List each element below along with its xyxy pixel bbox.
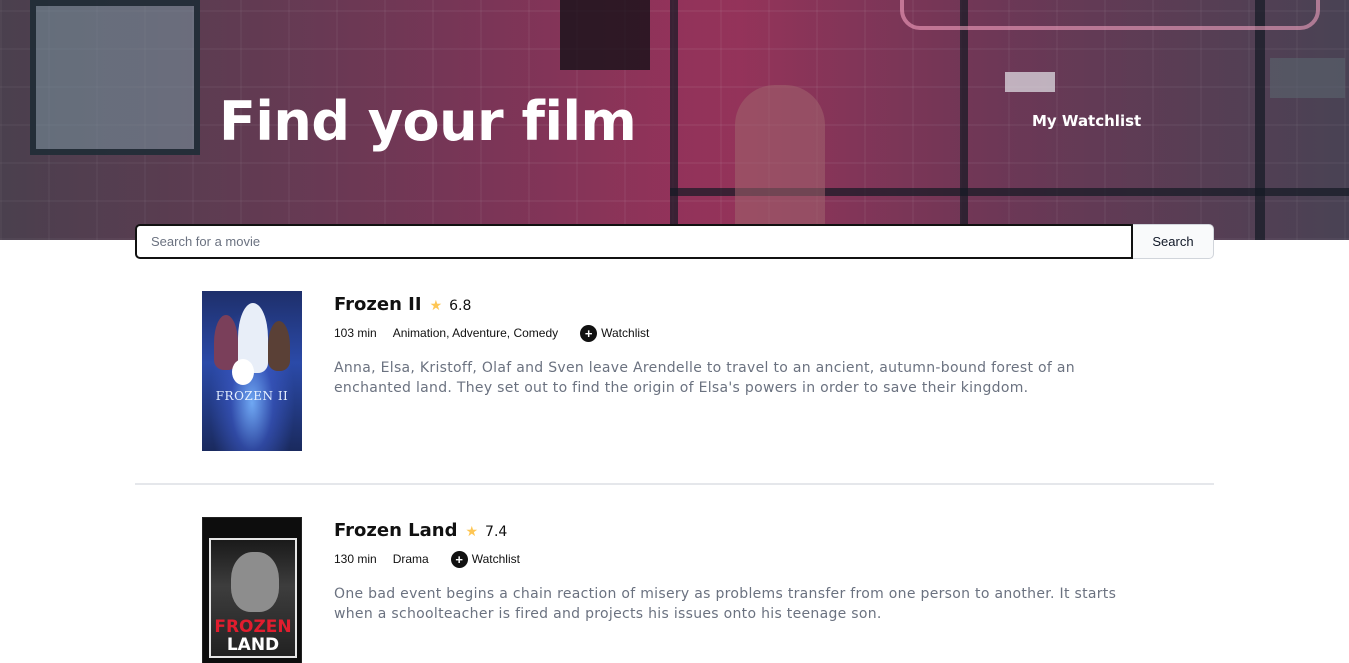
hero-background-decor: [960, 0, 968, 240]
poster-title: FROZEN II: [215, 389, 289, 403]
movie-title-row: Frozen II ★ 6.8: [334, 294, 1154, 322]
watchlist-label: Watchlist: [471, 552, 520, 566]
movie-title-row: Frozen Land ★ 7.4: [334, 520, 1154, 548]
watchlist-label: Watchlist: [601, 326, 650, 340]
movie-genres: Drama: [392, 552, 429, 566]
movie-plot: Anna, Elsa, Kristoff, Olaf and Sven leav…: [334, 360, 1075, 396]
hero-background-decor: [1270, 58, 1345, 98]
movie-rating: 6.8: [449, 298, 472, 314]
poster-figure: [232, 359, 254, 385]
star-icon: ★: [429, 298, 443, 314]
star-icon: ★: [465, 524, 479, 540]
hero-background-decor: [1255, 0, 1265, 240]
poster-title-line: LAND: [226, 635, 280, 655]
movie-info: Frozen Land ★ 7.4 130 min Drama + Watchl…: [334, 517, 1154, 624]
movie-title: Frozen II: [334, 294, 422, 315]
hero-background-decor: [735, 85, 825, 240]
movie-info: Frozen II ★ 6.8 103 min Animation, Adven…: [334, 291, 1154, 398]
hero-background-decor: [670, 0, 678, 240]
search-input[interactable]: [135, 224, 1133, 259]
movie-meta: 130 min Drama + Watchlist: [334, 548, 1154, 570]
hero-background-decor: [560, 0, 650, 70]
add-to-watchlist-button[interactable]: + Watchlist: [580, 324, 650, 342]
plus-circle-icon: +: [450, 550, 468, 568]
poster-artwork: FROZEN LAND: [209, 538, 297, 658]
search-form: Search: [135, 224, 1214, 259]
my-watchlist-link[interactable]: My Watchlist: [1032, 112, 1141, 130]
divider: [135, 483, 1214, 485]
movie-runtime: 130 min: [334, 552, 377, 566]
hero-background-decor: [30, 0, 200, 155]
movie-rating: 7.4: [485, 524, 508, 540]
hero-neon-sign: [900, 0, 1320, 30]
page-title: Find your film: [219, 90, 637, 153]
poster-face: [231, 552, 279, 612]
movie-poster: FROZEN II: [202, 291, 302, 451]
movie-runtime: 103 min: [334, 326, 377, 340]
add-to-watchlist-button[interactable]: + Watchlist: [450, 550, 520, 568]
movie-poster: FROZEN LAND: [202, 517, 302, 663]
search-button[interactable]: Search: [1133, 224, 1214, 259]
poster-title-line: FROZEN: [214, 617, 292, 637]
movie-title: Frozen Land: [334, 520, 458, 541]
hero-background-decor: [1005, 72, 1055, 92]
hero-header: Find your film My Watchlist: [0, 0, 1349, 240]
movie-meta: 103 min Animation, Adventure, Comedy + W…: [334, 322, 1154, 344]
poster-figure: [268, 321, 290, 371]
poster-title: FROZEN LAND: [211, 618, 295, 654]
movie-genres: Animation, Adventure, Comedy: [392, 326, 559, 340]
plus-circle-icon: +: [580, 324, 598, 342]
movie-plot: One bad event begins a chain reaction of…: [334, 586, 1117, 622]
